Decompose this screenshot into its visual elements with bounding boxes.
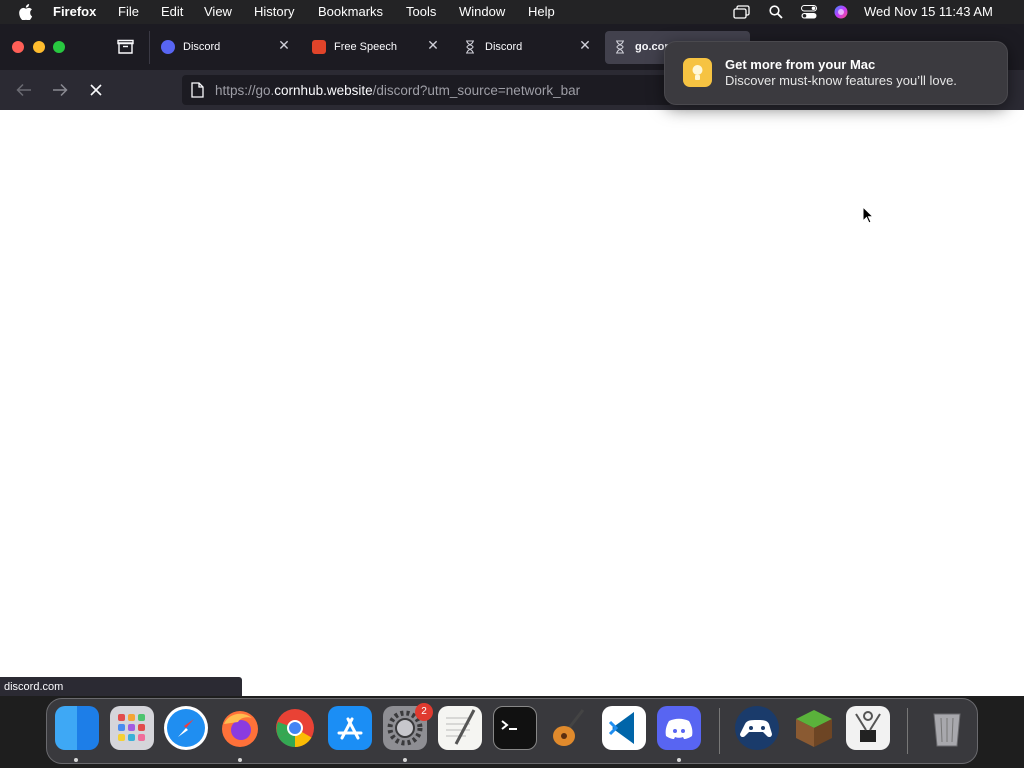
menu-bar: Firefox File Edit View History Bookmarks… [0, 0, 1024, 24]
screen-mirroring-icon[interactable] [733, 5, 750, 19]
tab-discord-2[interactable]: Discord ✕ [455, 31, 600, 64]
status-url: discord.com [4, 681, 64, 693]
garageband-guitar-icon[interactable] [547, 706, 591, 750]
chrome-icon[interactable] [273, 706, 317, 750]
close-tab-icon[interactable]: ✕ [578, 38, 592, 52]
apple-logo-icon[interactable] [19, 4, 33, 20]
discord-app-icon[interactable] [657, 706, 701, 750]
zoom-window-button[interactable] [53, 41, 65, 53]
trash-icon[interactable] [925, 706, 969, 750]
tab-discord-1[interactable]: Discord ✕ [153, 31, 298, 64]
menu-help[interactable]: Help [528, 4, 555, 19]
running-indicator [677, 758, 681, 762]
forward-arrow-icon[interactable] [52, 83, 68, 97]
menu-bookmarks[interactable]: Bookmarks [318, 4, 383, 19]
notification-badge: 2 [415, 703, 433, 721]
close-tab-icon[interactable]: ✕ [277, 38, 291, 52]
launchpad-icon[interactable] [110, 706, 154, 750]
dock-separator [907, 708, 908, 754]
close-window-button[interactable] [12, 41, 24, 53]
running-indicator [403, 758, 407, 762]
vscode-icon[interactable] [602, 706, 646, 750]
running-indicator [238, 758, 242, 762]
menu-tools[interactable]: Tools [406, 4, 436, 19]
steam-link-controller-icon[interactable] [735, 706, 779, 750]
back-arrow-icon[interactable] [16, 83, 32, 97]
url-host: cornhub.website [274, 83, 373, 98]
page-document-icon[interactable] [191, 82, 204, 98]
discord-icon [161, 40, 175, 54]
close-tab-icon[interactable]: ✕ [426, 38, 440, 52]
page-content[interactable] [0, 110, 1024, 696]
notification-banner[interactable]: Get more from your Mac Discover must-kno… [664, 41, 1008, 105]
menu-clock[interactable]: Wed Nov 15 11:43 AM [864, 4, 993, 19]
tab-label: Free Speech [334, 41, 397, 53]
url-bar[interactable]: https://go.cornhub.website/discord?utm_s… [182, 75, 672, 105]
hourglass-loading-icon [466, 40, 474, 54]
tab-label: Discord [183, 41, 221, 53]
dock-separator [719, 708, 720, 754]
safari-icon[interactable] [164, 706, 208, 750]
tab-label: Discord [485, 41, 523, 53]
finder-icon[interactable] [55, 706, 99, 750]
textedit-icon[interactable] [438, 706, 482, 750]
menu-file[interactable]: File [118, 4, 139, 19]
minimize-window-button[interactable] [33, 41, 45, 53]
notification-title: Get more from your Mac [725, 57, 876, 72]
url-text: https://go.cornhub.website/discord?utm_s… [215, 83, 580, 98]
tab-free-speech[interactable]: Free Speech ✕ [304, 31, 449, 64]
firefox-icon[interactable] [218, 706, 262, 750]
minecraft-grass-block-icon[interactable] [792, 706, 836, 750]
link-status-bar: discord.com [0, 677, 242, 696]
siri-icon[interactable] [834, 5, 848, 19]
control-center-icon[interactable] [801, 5, 817, 19]
spotlight-search-icon[interactable] [769, 5, 783, 19]
url-path: /discord?utm_source=network_bar [372, 83, 581, 98]
terminal-icon[interactable] [493, 706, 537, 750]
menu-window[interactable]: Window [459, 4, 505, 19]
menu-edit[interactable]: Edit [161, 4, 183, 19]
menu-app-name[interactable]: Firefox [53, 4, 96, 19]
hourglass-loading-icon [616, 40, 624, 54]
app-store-icon[interactable] [328, 706, 372, 750]
vivaldi-v-icon [312, 40, 326, 54]
url-prefix: https://go. [215, 83, 275, 98]
running-indicator [74, 758, 78, 762]
menu-history[interactable]: History [254, 4, 294, 19]
notification-body: Discover must-know features you’ll love. [725, 73, 957, 88]
firefox-view-icon[interactable] [117, 39, 134, 55]
stop-loading-icon[interactable] [90, 84, 102, 96]
menu-view[interactable]: View [204, 4, 232, 19]
mouse-cursor-icon [862, 206, 874, 224]
tab-divider [149, 31, 150, 64]
system-information-icon[interactable] [846, 706, 890, 750]
tips-lightbulb-icon [683, 58, 712, 87]
